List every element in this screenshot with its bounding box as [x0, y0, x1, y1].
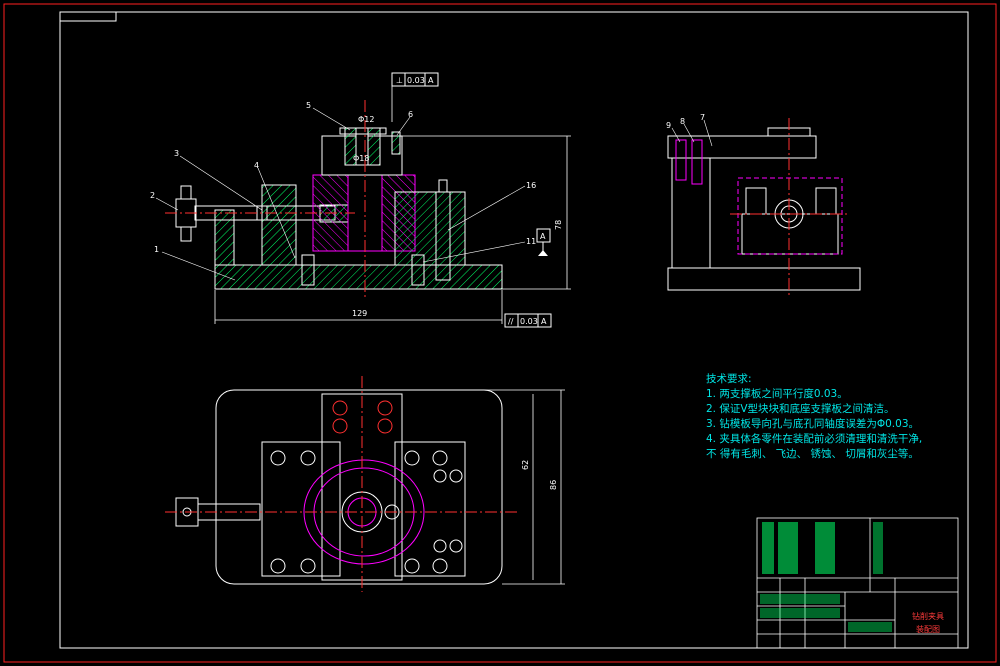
tech-item-4: 4. 夹具体各零件在装配前必须清理和清洗干净,	[706, 433, 923, 445]
part-num-8: 8	[680, 117, 685, 126]
part-num-5: 5	[306, 101, 311, 110]
plan-bolt-6	[300, 450, 316, 466]
title-name-line2: 装配图	[916, 625, 940, 634]
plan-pin-3	[433, 539, 447, 553]
plan-left-support	[261, 441, 341, 577]
plan-pin-4	[449, 539, 463, 553]
perp-symbol: ⊥	[396, 76, 403, 85]
plan-pin-2	[449, 469, 463, 483]
leader-3	[179, 155, 263, 211]
screw-knob-bottom	[180, 226, 192, 242]
outer-border	[3, 3, 997, 663]
right-support	[394, 191, 466, 266]
front-view: 129 78 Φ12 Φ18 ⊥ 0.03 A // 0.03 A A 1 2 …	[150, 72, 571, 328]
set-screw	[391, 131, 401, 155]
tech-item-2: 2. 保证V型块块和底座支撑板之间清洁。	[706, 403, 895, 415]
dim-bore-top: Φ12	[358, 115, 374, 124]
perp-value: 0.03	[407, 76, 425, 85]
parallel-value: 0.03	[520, 317, 538, 326]
tech-item-3: 3. 钻模板导向孔与底孔同轴度误差为Φ0.03。	[706, 418, 919, 430]
base-plate	[214, 264, 503, 290]
plan-bolt-9	[404, 450, 420, 466]
datum-a: A	[536, 228, 551, 256]
side-workpiece	[737, 177, 843, 255]
part-num-2: 2	[150, 191, 155, 200]
plan-bolt-4	[377, 418, 393, 434]
plan-bolt-5	[270, 450, 286, 466]
plan-bolt-11	[404, 558, 420, 574]
plan-bolt-1	[332, 400, 348, 416]
clamp-block	[261, 184, 297, 266]
leader-8	[683, 123, 695, 143]
part-num-3: 3	[174, 149, 179, 158]
screw-knob-top	[180, 185, 192, 200]
side-screw-b	[691, 139, 703, 185]
side-vblock-base	[741, 213, 839, 255]
part-num-7: 7	[700, 113, 705, 122]
dim-height-front: 78	[554, 220, 563, 230]
plan-base-outline	[215, 389, 503, 585]
dim-plan-h2: 86	[549, 480, 558, 490]
part-num-16: 16	[526, 181, 536, 190]
plan-bolt-12	[432, 558, 448, 574]
side-base	[667, 267, 861, 291]
dim-bore-mid: Φ18	[353, 154, 369, 163]
part-num-4: 4	[254, 161, 259, 170]
title-name-line1: 钻削夹具	[912, 612, 944, 621]
plan-bolt-7	[270, 558, 286, 574]
leader-6	[396, 116, 411, 136]
title-block-cells	[760, 522, 892, 632]
part-num-11: 11	[526, 237, 536, 246]
pin-top	[438, 179, 448, 193]
part-num-9: 9	[666, 121, 671, 130]
parallel-symbol: //	[508, 317, 514, 326]
plan-bolt-3	[332, 418, 348, 434]
leader-7	[703, 119, 713, 147]
side-vblock-left	[745, 187, 767, 215]
tech-heading: 技术要求:	[706, 373, 752, 385]
plan-pin-1	[433, 469, 447, 483]
side-vblock-right	[815, 187, 837, 215]
tech-item-1: 1. 两支撑板之间平行度0.03。	[706, 388, 848, 400]
code-box	[59, 11, 117, 22]
perp-datum: A	[428, 76, 434, 85]
tech-requirements: 技术要求: 1. 两支撑板之间平行度0.03。 2. 保证V型块块和底座支撑板之…	[706, 372, 922, 462]
side-view: 9 8 7	[666, 113, 861, 296]
perp-tolerance-frame: ⊥ 0.03 A	[391, 72, 439, 122]
plan-bolt-10	[432, 450, 448, 466]
part-num-1: 1	[154, 245, 159, 254]
parallel-tolerance-frame: // 0.03 A	[504, 313, 552, 328]
leader-5	[312, 107, 351, 131]
dim-width-front: 129	[352, 309, 367, 318]
side-drill-plate	[667, 135, 817, 159]
side-support	[671, 157, 711, 269]
datum-label: A	[540, 232, 546, 241]
plan-right-support	[394, 441, 466, 577]
tech-item-5: 不 得有毛刺、 飞边、 锈蚀、 切屑和灰尘等。	[706, 448, 919, 460]
part-num-6: 6	[408, 110, 413, 119]
leader-2	[155, 197, 179, 211]
plan-bolt-2	[377, 400, 393, 416]
side-screw-a	[675, 139, 687, 181]
plan-view: 62 86	[165, 376, 565, 592]
dim-plan-h1: 62	[521, 460, 530, 470]
plan-bolt-8	[300, 558, 316, 574]
parallel-datum: A	[541, 317, 547, 326]
left-bracket	[214, 209, 235, 266]
drawing-sheet: 129 78 Φ12 Φ18 ⊥ 0.03 A // 0.03 A A 1 2 …	[3, 3, 997, 663]
